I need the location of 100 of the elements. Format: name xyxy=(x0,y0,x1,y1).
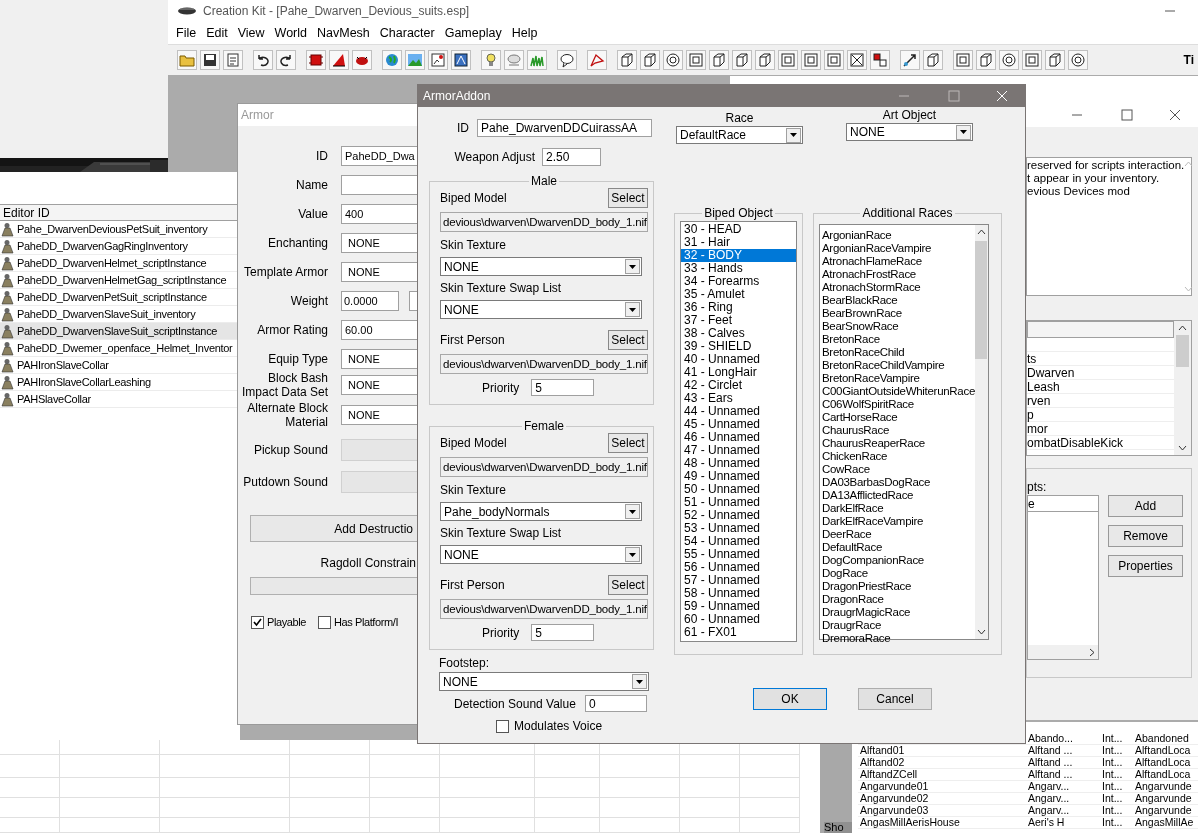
list-item[interactable]: BearBlackRace xyxy=(820,294,975,307)
redo-icon[interactable] xyxy=(276,50,296,70)
tab-label[interactable]: Sho xyxy=(824,822,852,833)
id-field[interactable]: Pahe_DwarvenDDCuirassAA xyxy=(477,119,652,137)
cross-box-icon[interactable] xyxy=(847,50,867,70)
list-item[interactable]: DarkElfRaceVampire xyxy=(820,515,975,528)
list-item[interactable]: 42 - Circlet xyxy=(681,379,796,392)
list-item[interactable]: 48 - Unnamed xyxy=(681,457,796,470)
action-button[interactable]: Remove xyxy=(1108,525,1183,547)
scrollbar[interactable] xyxy=(975,225,988,639)
list-item[interactable]: BearBrownRace xyxy=(820,307,975,320)
list-item[interactable]: 56 - Unnamed xyxy=(681,561,796,574)
scroll-thumb[interactable] xyxy=(975,241,988,359)
action-button[interactable]: Add xyxy=(1108,495,1183,517)
list-item[interactable]: 40 - Unnamed xyxy=(681,353,796,366)
list-item[interactable]: ArgonianRace xyxy=(820,229,975,242)
square-icon[interactable] xyxy=(953,50,973,70)
file-path-field[interactable]: devious\dwarven\DwarvenDD_body_1.nif xyxy=(440,457,648,477)
list-row[interactable]: PAHSlaveCollar xyxy=(0,391,240,408)
cube-icon[interactable] xyxy=(617,50,637,70)
list-item[interactable]: AtronachFrostRace xyxy=(820,268,975,281)
nodes-icon[interactable] xyxy=(870,50,890,70)
list-row[interactable]: p xyxy=(1027,408,1174,422)
list-row[interactable]: Dwarven xyxy=(1027,366,1174,380)
dialog-button[interactable]: OK xyxy=(753,688,827,710)
list-row[interactable]: Pahe_DwarvenDeviousPetSuit_inventory xyxy=(0,221,240,238)
list-row[interactable]: PaheDD_DwarvenHelmetGag_scriptInstance xyxy=(0,272,240,289)
select-button[interactable]: Select xyxy=(608,433,648,453)
save-icon[interactable] xyxy=(200,50,220,70)
file-path-field[interactable]: devious\dwarven\DwarvenDD_body_1.nif xyxy=(440,354,648,374)
file-path-field[interactable]: devious\dwarven\DwarvenDD_body_1.nif xyxy=(440,599,648,619)
list-item[interactable]: 39 - SHIELD xyxy=(681,340,796,353)
list-item[interactable]: 44 - Unnamed xyxy=(681,405,796,418)
select-button[interactable]: Select xyxy=(608,575,648,595)
chip-icon[interactable] xyxy=(306,50,326,70)
scroll-thumb[interactable] xyxy=(1176,335,1189,367)
checkbox[interactable] xyxy=(496,719,509,733)
list-item[interactable]: 45 - Unnamed xyxy=(681,418,796,431)
chart-icon[interactable] xyxy=(428,50,448,70)
list-item[interactable]: 30 - HEAD xyxy=(681,223,796,236)
list-item[interactable]: CowRace xyxy=(820,463,975,476)
bulb-icon[interactable] xyxy=(481,50,501,70)
list-row[interactable]: PaheDD_DwarvenPetSuit_scriptInstance xyxy=(0,289,240,306)
list-item[interactable]: DragonPriestRace xyxy=(820,580,975,593)
image-icon[interactable] xyxy=(451,50,471,70)
list-item[interactable]: 61 - FX01 xyxy=(681,626,796,639)
list-item[interactable]: ChaurusReaperRace xyxy=(820,437,975,450)
cube-icon[interactable] xyxy=(755,50,775,70)
list-row[interactable]: rven xyxy=(1027,394,1174,408)
list-item[interactable]: 53 - Unnamed xyxy=(681,522,796,535)
list-item[interactable]: BretonRaceChildVampire xyxy=(820,359,975,372)
square-icon[interactable] xyxy=(778,50,798,70)
menu-item[interactable]: Character xyxy=(374,26,440,40)
file-path-field[interactable]: devious\dwarven\DwarvenDD_body_1.nif xyxy=(440,212,648,232)
list-row[interactable]: PAHIronSlaveCollarLeashing xyxy=(0,374,240,391)
cloud-icon[interactable] xyxy=(504,50,524,70)
scroll-right-icon[interactable] xyxy=(1089,647,1095,657)
menu-item[interactable]: Help xyxy=(506,26,543,40)
list-item[interactable]: 35 - Amulet xyxy=(681,288,796,301)
list-item[interactable]: ChickenRace xyxy=(820,450,975,463)
list-item[interactable]: DeerRace xyxy=(820,528,975,541)
speech-icon[interactable] xyxy=(557,50,577,70)
list-item[interactable]: 51 - Unnamed xyxy=(681,496,796,509)
list-item[interactable]: BretonRace xyxy=(820,333,975,346)
list-item[interactable]: 37 - Feet xyxy=(681,314,796,327)
checkbox[interactable] xyxy=(251,615,264,629)
cube-icon[interactable] xyxy=(1045,50,1065,70)
list-item[interactable]: 34 - Forearms xyxy=(681,275,796,288)
select-button[interactable]: Select xyxy=(608,330,648,350)
dialog-button[interactable]: Cancel xyxy=(858,688,932,710)
list-item[interactable]: 41 - LongHair xyxy=(681,366,796,379)
list-item[interactable]: AtronachStormRace xyxy=(820,281,975,294)
scrollbar[interactable] xyxy=(1028,645,1098,659)
list-item[interactable]: DragonRace xyxy=(820,593,975,606)
list-item[interactable]: DogCompanionRace xyxy=(820,554,975,567)
undo-icon[interactable] xyxy=(253,50,273,70)
list-item[interactable]: DA13AfflictedRace xyxy=(820,489,975,502)
list-item[interactable]: DogRace xyxy=(820,567,975,580)
list-item[interactable]: 58 - Unnamed xyxy=(681,587,796,600)
list-item[interactable]: DraugrMagicRace xyxy=(820,606,975,619)
list-item[interactable]: 59 - Unnamed xyxy=(681,600,796,613)
list-item[interactable]: DefaultRace xyxy=(820,541,975,554)
cube-icon[interactable] xyxy=(709,50,729,70)
list-row[interactable]: Leash xyxy=(1027,380,1174,394)
list-row[interactable]: ombatDisableKick xyxy=(1027,436,1174,450)
list-item[interactable]: 57 - Unnamed xyxy=(681,574,796,587)
list-item[interactable]: BretonRaceChild xyxy=(820,346,975,359)
list-row[interactable]: ts xyxy=(1027,352,1174,366)
menu-item[interactable]: World xyxy=(269,26,312,40)
list-row[interactable]: mor xyxy=(1027,422,1174,436)
list-item[interactable]: 60 - Unnamed xyxy=(681,613,796,626)
list-row[interactable]: PaheDD_DwarvenHelmet_scriptInstance xyxy=(0,255,240,272)
list-item[interactable]: CartHorseRace xyxy=(820,411,975,424)
list-item[interactable]: C06WolfSpiritRace xyxy=(820,398,975,411)
list-row[interactable]: PaheDD_DwarvenGagRingInventory xyxy=(0,238,240,255)
menu-item[interactable]: Gameplay xyxy=(439,26,507,40)
priority-field[interactable]: 5 xyxy=(531,379,595,396)
add-destruction-button[interactable]: Add Destructio xyxy=(250,515,418,542)
globe-icon[interactable] xyxy=(382,50,402,70)
list-item[interactable]: 47 - Unnamed xyxy=(681,444,796,457)
